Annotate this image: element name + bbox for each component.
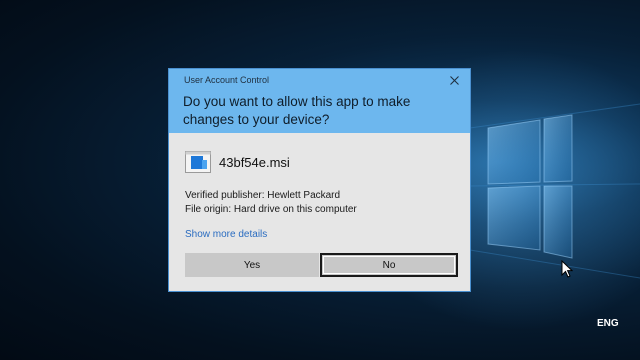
no-button[interactable]: No	[320, 253, 458, 277]
app-file-name: 43bf54e.msi	[219, 154, 290, 170]
prompt-question: Do you want to allow this app to make ch…	[183, 94, 411, 127]
close-button[interactable]	[446, 72, 462, 88]
mouse-cursor-icon	[561, 260, 573, 278]
uac-header: User Account Control Do you want to allo…	[169, 69, 470, 133]
app-info-row: 43bf54e.msi	[185, 151, 290, 173]
publisher-line: Verified publisher: Hewlett Packard	[185, 190, 341, 201]
msi-installer-icon	[185, 151, 211, 173]
language-indicator[interactable]: ENG	[597, 318, 619, 329]
yes-button[interactable]: Yes	[185, 253, 319, 277]
show-more-details-link[interactable]: Show more details	[185, 229, 267, 240]
origin-line: File origin: Hard drive on this computer	[185, 204, 357, 215]
close-icon	[449, 75, 459, 85]
publisher-info: Verified publisher: Hewlett Packard File…	[185, 189, 357, 217]
dialog-title: User Account Control	[184, 75, 270, 85]
uac-dialog: User Account Control Do you want to allo…	[168, 68, 471, 292]
